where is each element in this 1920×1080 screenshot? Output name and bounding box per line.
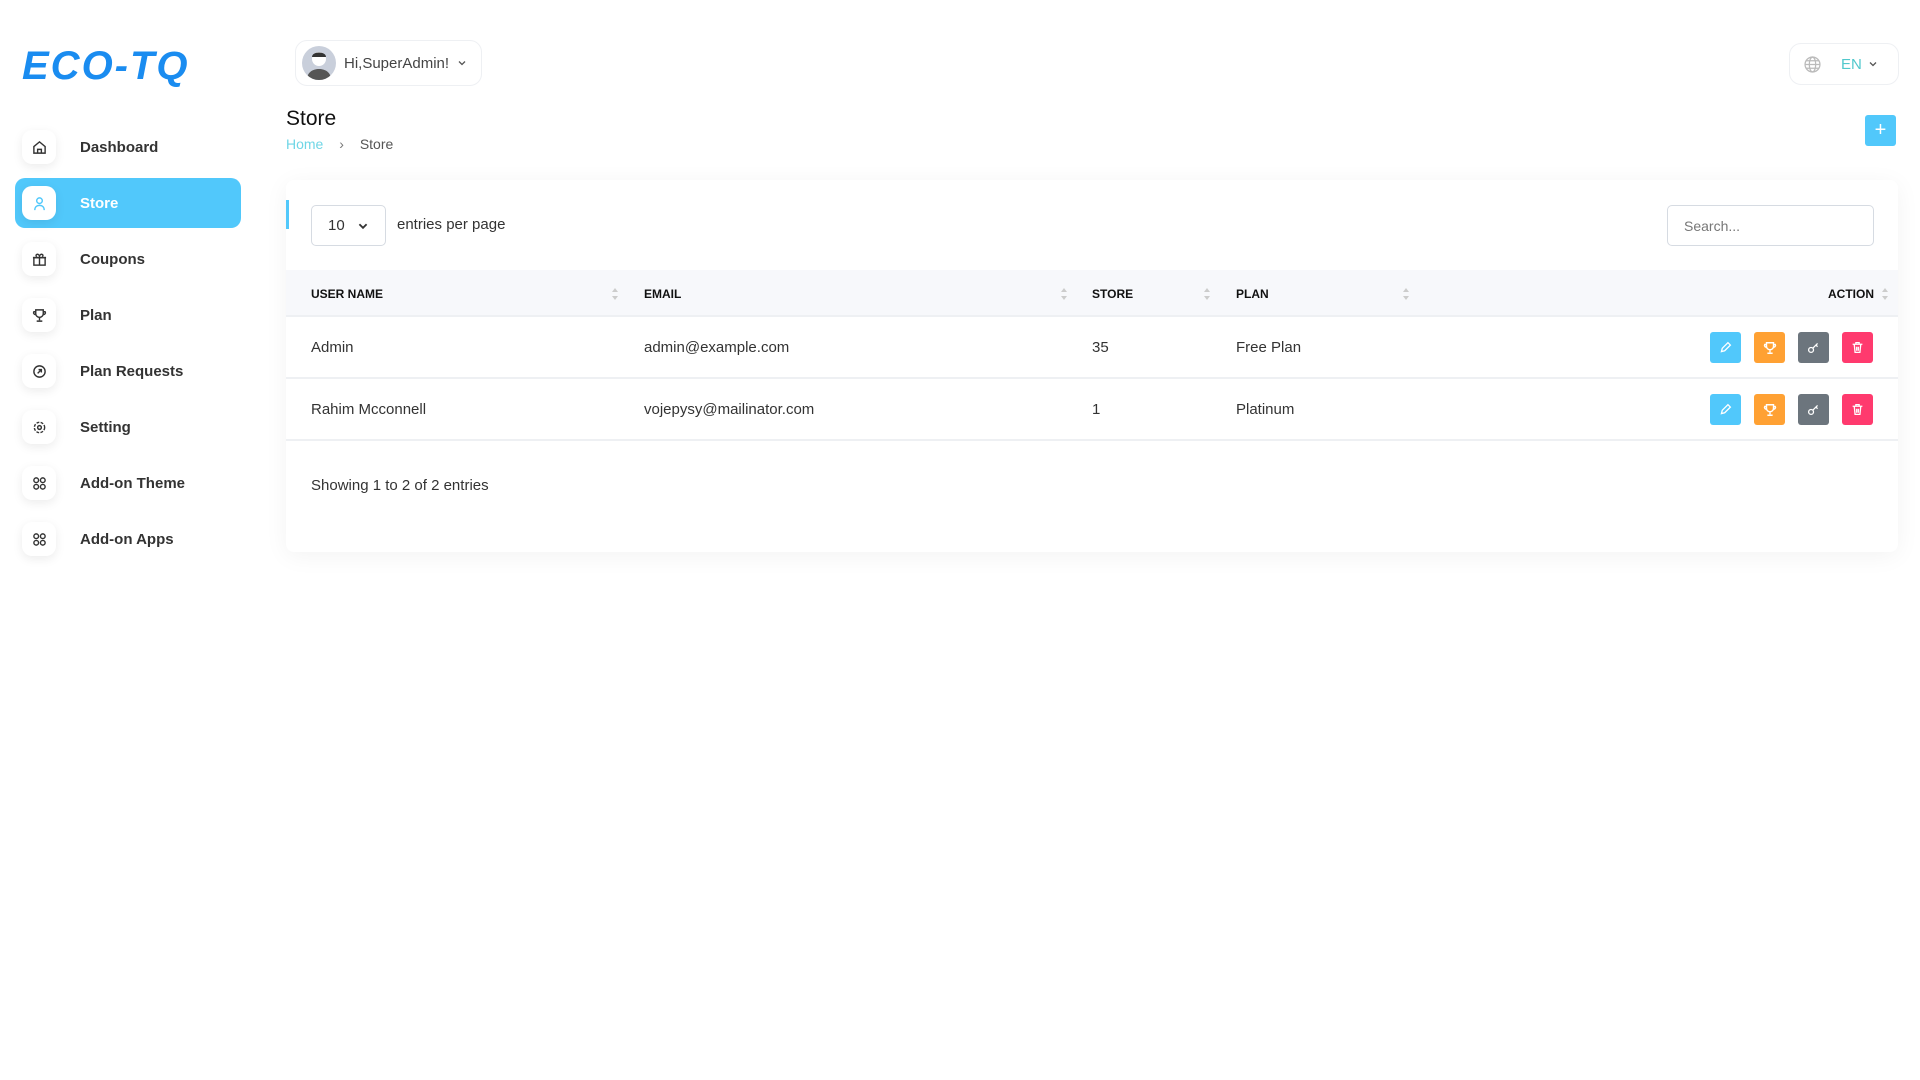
cell-user-name: Admin (311, 339, 354, 356)
table-header: USER NAME EMAIL STORE PLAN ACTION (286, 270, 1898, 317)
cell-store: 1 (1092, 401, 1100, 418)
breadcrumb-home-link[interactable]: Home (286, 136, 323, 152)
pencil-icon (1719, 403, 1732, 416)
sidebar-item-plan[interactable]: Plan (15, 290, 241, 340)
upgrade-plan-button[interactable] (1754, 394, 1785, 425)
edit-button[interactable] (1710, 394, 1741, 425)
sidebar-item-label: Coupons (80, 251, 145, 268)
column-header-store[interactable]: STORE (1092, 287, 1133, 301)
reset-password-button[interactable] (1798, 394, 1829, 425)
key-icon (1807, 403, 1820, 416)
sidebar-item-label: Dashboard (80, 139, 158, 156)
sidebar-item-dashboard[interactable]: Dashboard (15, 122, 241, 172)
edit-button[interactable] (1710, 332, 1741, 363)
entries-value: 10 (328, 217, 345, 234)
search-input[interactable] (1667, 205, 1874, 246)
eco-tq-logo: ECO-TQ (22, 45, 242, 89)
sidebar-item-label: Add-on Theme (80, 475, 185, 492)
gift-icon (22, 242, 56, 276)
gear-icon (22, 410, 56, 444)
home-icon (22, 130, 56, 164)
pencil-icon (1719, 341, 1732, 354)
table-row: Rahim Mcconnell vojepysy@mailinator.com … (286, 379, 1898, 441)
cell-plan: Platinum (1236, 401, 1294, 418)
delete-button[interactable] (1842, 332, 1873, 363)
sidebar-item-plan-requests[interactable]: Plan Requests (15, 346, 241, 396)
entries-per-page-label: entries per page (397, 216, 505, 233)
upgrade-plan-button[interactable] (1754, 332, 1785, 363)
cell-plan: Free Plan (1236, 339, 1301, 356)
sidebar-item-add-on-apps[interactable]: Add-on Apps (15, 514, 241, 564)
sidebar-item-label: Plan Requests (80, 363, 183, 380)
sidebar-item-store[interactable]: Store (15, 178, 241, 228)
sort-icon[interactable] (611, 286, 619, 302)
column-header-email[interactable]: EMAIL (644, 287, 681, 301)
language-label: EN (1841, 56, 1862, 73)
entries-per-page-select[interactable]: 10 (311, 205, 386, 246)
sidebar-item-label: Setting (80, 419, 131, 436)
column-header-user-name[interactable]: USER NAME (311, 287, 383, 301)
column-header-plan[interactable]: PLAN (1236, 287, 1269, 301)
apps-icon (22, 466, 56, 500)
cell-email: vojepysy@mailinator.com (644, 401, 814, 418)
user-greeting: Hi,SuperAdmin! (344, 55, 449, 72)
chevron-down-icon (357, 220, 369, 232)
svg-text:ECO-TQ: ECO-TQ (22, 45, 190, 88)
language-selector[interactable]: EN (1789, 43, 1899, 85)
reset-password-button[interactable] (1798, 332, 1829, 363)
sidebar-item-coupons[interactable]: Coupons (15, 234, 241, 284)
breadcrumb-separator-icon: › (339, 136, 344, 152)
chevron-down-icon (1868, 59, 1878, 69)
card-accent (286, 200, 289, 229)
trophy-icon (1763, 403, 1777, 417)
breadcrumb: Home › Store (286, 136, 393, 152)
user-menu[interactable]: Hi,SuperAdmin! (295, 40, 482, 86)
sort-icon[interactable] (1881, 286, 1889, 302)
breadcrumb-current: Store (360, 136, 393, 152)
sidebar-item-label: Add-on Apps (80, 531, 174, 548)
column-header-action[interactable]: ACTION (1828, 287, 1874, 301)
arrow-circle-icon (22, 354, 56, 388)
globe-icon (1804, 56, 1821, 73)
key-icon (1807, 341, 1820, 354)
user-icon (22, 186, 56, 220)
sort-icon[interactable] (1402, 286, 1410, 302)
cell-email: admin@example.com (644, 339, 789, 356)
table-info: Showing 1 to 2 of 2 entries (311, 477, 489, 494)
sidebar-item-label: Store (80, 195, 118, 212)
trash-icon (1851, 341, 1864, 354)
delete-button[interactable] (1842, 394, 1873, 425)
table-row: Admin admin@example.com 35 Free Plan (286, 317, 1898, 379)
chevron-down-icon (457, 58, 467, 68)
sidebar-item-setting[interactable]: Setting (15, 402, 241, 452)
sidebar: Dashboard Store Coupons Plan Plan Reques… (15, 122, 241, 570)
page-title: Store (286, 107, 336, 131)
apps-icon (22, 522, 56, 556)
avatar (302, 46, 336, 80)
sort-icon[interactable] (1060, 286, 1068, 302)
sidebar-item-add-on-theme[interactable]: Add-on Theme (15, 458, 241, 508)
cell-store: 35 (1092, 339, 1109, 356)
sidebar-item-label: Plan (80, 307, 112, 324)
trash-icon (1851, 403, 1864, 416)
store-table-card: 10 entries per page USER NAME EMAIL STOR… (286, 180, 1898, 552)
trophy-icon (1763, 341, 1777, 355)
cell-user-name: Rahim Mcconnell (311, 401, 426, 418)
sort-icon[interactable] (1203, 286, 1211, 302)
add-store-button[interactable]: + (1865, 115, 1896, 146)
trophy-icon (22, 298, 56, 332)
